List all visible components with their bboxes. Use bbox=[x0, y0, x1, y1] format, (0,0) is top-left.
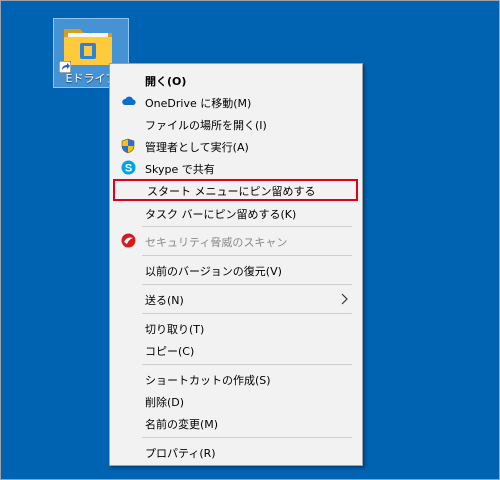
menu-item-label: ファイルの場所を開く(I) bbox=[145, 119, 267, 132]
menu-item-label: 削除(D) bbox=[145, 396, 185, 409]
svg-text:S: S bbox=[125, 163, 132, 175]
menu-item-label: 名前の変更(M) bbox=[145, 418, 219, 431]
menu-separator bbox=[142, 284, 352, 285]
menu-item-label: 開く(O) bbox=[145, 75, 187, 88]
menu-item-label: タスク バーにピン留めする(K) bbox=[145, 208, 297, 221]
menu-separator bbox=[142, 255, 352, 256]
menu-item-copy[interactable]: コピー(C) bbox=[111, 339, 361, 361]
trend-micro-icon bbox=[121, 233, 136, 248]
menu-item-label: 切り取り(T) bbox=[145, 323, 205, 336]
menu-separator bbox=[142, 364, 352, 365]
skype-icon: S bbox=[121, 160, 136, 175]
menu-item-restore-previous-versions[interactable]: 以前のバージョンの復元(V) bbox=[111, 259, 361, 281]
menu-item-properties[interactable]: プロパティ(R) bbox=[111, 441, 361, 463]
menu-item-create-shortcut[interactable]: ショートカットの作成(S) bbox=[111, 368, 361, 390]
menu-item-move-to-onedrive[interactable]: OneDrive に移動(M) bbox=[111, 91, 361, 113]
desktop: Eドライブ 開く(O) OneDrive に移動(M) ファイルの場所を開く(I… bbox=[0, 0, 500, 480]
menu-item-label: Skype で共有 bbox=[145, 163, 215, 176]
menu-item-label: スタート メニューにピン留めする bbox=[147, 185, 316, 198]
menu-item-open[interactable]: 開く(O) bbox=[111, 69, 361, 91]
menu-separator bbox=[142, 226, 352, 227]
menu-item-label: ショートカットの作成(S) bbox=[145, 374, 271, 387]
menu-item-label: OneDrive に移動(M) bbox=[145, 97, 252, 110]
menu-item-label: 以前のバージョンの復元(V) bbox=[145, 265, 282, 278]
menu-item-label: 管理者として実行(A) bbox=[145, 141, 249, 154]
menu-item-share-with-skype[interactable]: S Skype で共有 bbox=[111, 157, 361, 179]
menu-item-rename[interactable]: 名前の変更(M) bbox=[111, 412, 361, 434]
menu-item-cut[interactable]: 切り取り(T) bbox=[111, 317, 361, 339]
uac-shield-icon bbox=[121, 138, 135, 154]
menu-item-run-as-admin[interactable]: 管理者として実行(A) bbox=[111, 135, 361, 157]
onedrive-icon bbox=[122, 96, 136, 105]
menu-item-open-file-location[interactable]: ファイルの場所を開く(I) bbox=[111, 113, 361, 135]
menu-item-label: セキュリティ脅威のスキャン bbox=[145, 236, 288, 249]
menu-item-send-to[interactable]: 送る(N) bbox=[111, 288, 361, 310]
context-menu: 開く(O) OneDrive に移動(M) ファイルの場所を開く(I) 管理者と… bbox=[109, 63, 363, 466]
menu-item-label: 送る(N) bbox=[145, 294, 184, 307]
menu-item-delete[interactable]: 削除(D) bbox=[111, 390, 361, 412]
chevron-right-icon bbox=[341, 293, 348, 305]
menu-item-security-scan[interactable]: セキュリティ脅威のスキャン bbox=[111, 230, 361, 252]
menu-separator bbox=[142, 313, 352, 314]
menu-item-label: プロパティ(R) bbox=[145, 447, 216, 460]
menu-separator bbox=[142, 437, 352, 438]
menu-item-label: コピー(C) bbox=[145, 345, 195, 358]
menu-item-pin-to-taskbar[interactable]: タスク バーにピン留めする(K) bbox=[111, 202, 361, 224]
menu-item-pin-to-start[interactable]: スタート メニューにピン留めする bbox=[113, 179, 358, 201]
